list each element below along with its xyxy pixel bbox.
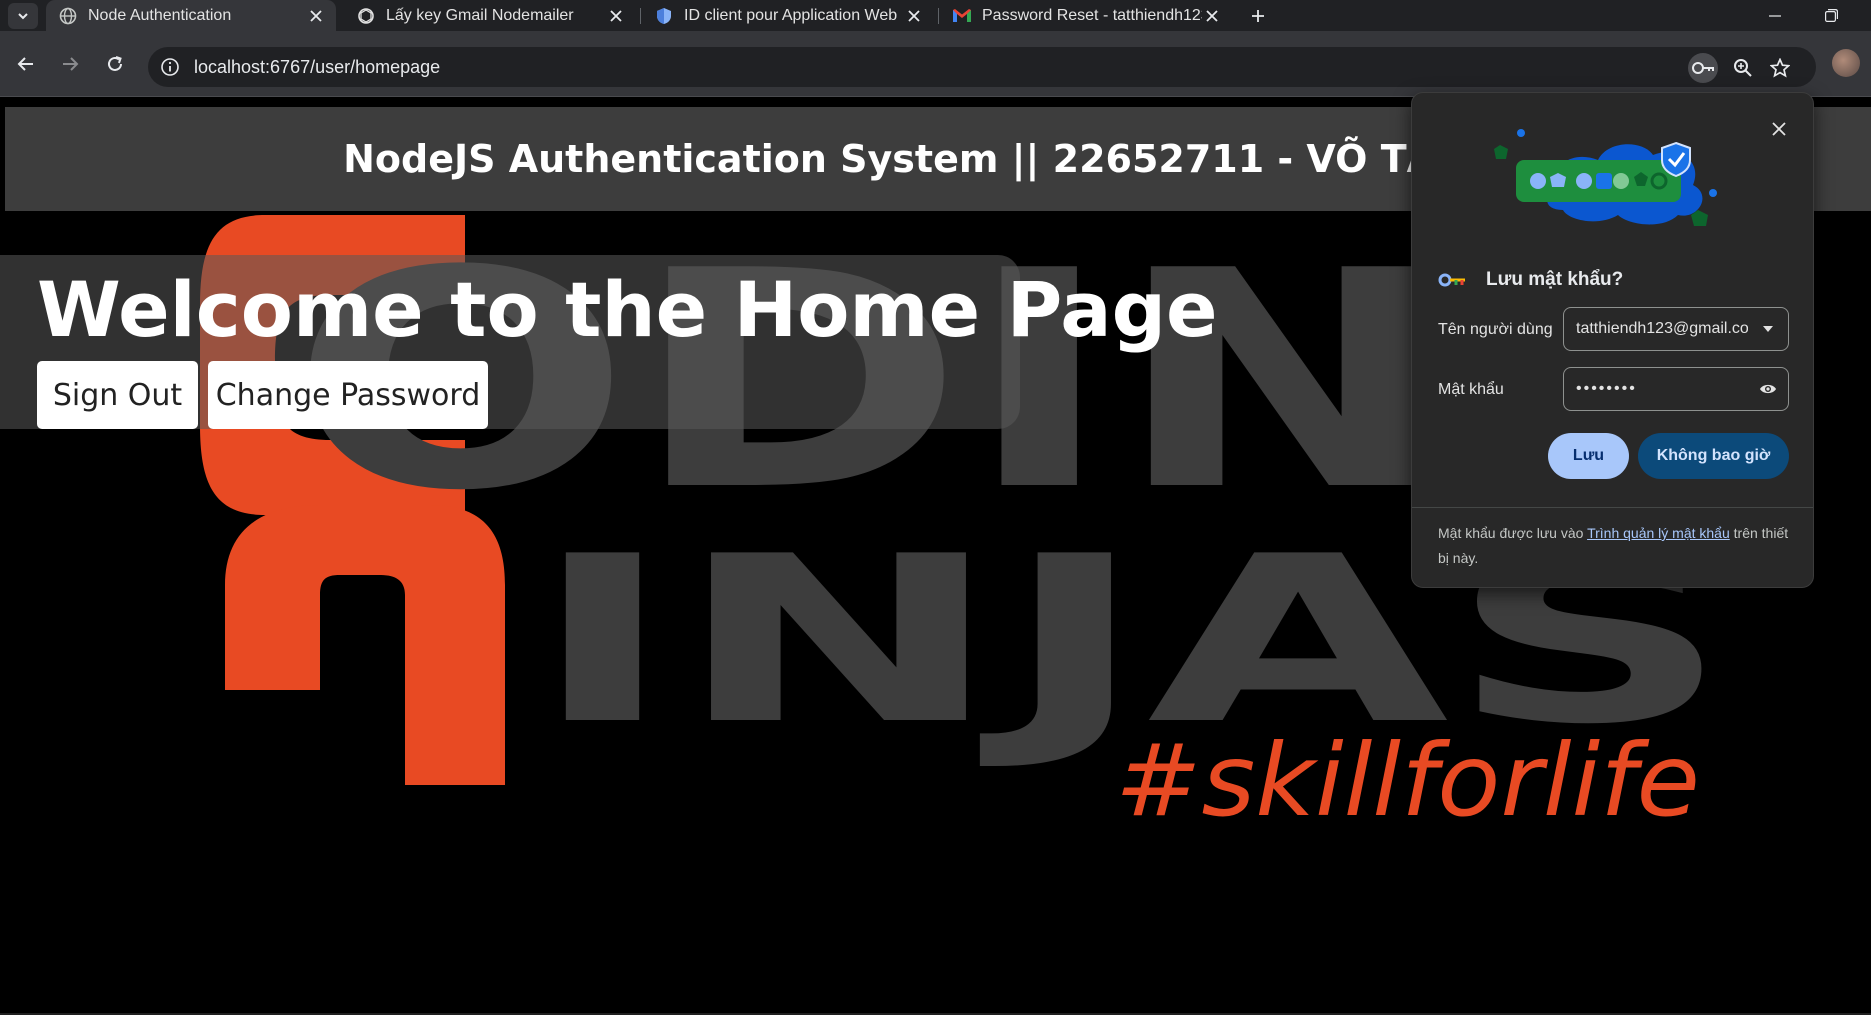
eye-icon[interactable] (1758, 379, 1778, 399)
password-key-icon (1438, 273, 1465, 287)
back-button[interactable] (9, 47, 43, 81)
tab-lay-key-gmail[interactable]: Lấy key Gmail Nodemailer (344, 0, 636, 31)
zoom-icon[interactable] (1728, 53, 1758, 83)
password-label: Mật khẩu (1438, 381, 1504, 398)
openai-icon (356, 6, 376, 26)
username-dropdown[interactable]: tatthiendh123@gmail.com (1563, 307, 1789, 351)
dropdown-arrow-icon (1758, 319, 1778, 339)
profile-avatar[interactable] (1832, 49, 1860, 77)
close-icon[interactable] (606, 6, 626, 26)
change-password-button[interactable]: Change Password (208, 361, 488, 429)
minimize-icon (1769, 14, 1781, 17)
reload-icon (108, 56, 122, 71)
new-tab-button[interactable] (1245, 3, 1271, 29)
tab-separator (640, 8, 641, 24)
password-value: •••••••• (1576, 380, 1637, 397)
save-password-popup: Lưu mật khẩu? Tên người dùng tatthiendh1… (1411, 92, 1814, 588)
address-bar[interactable]: localhost:6767/user/homepage (148, 47, 1816, 87)
tab-separator (938, 8, 939, 24)
tab-node-authentication[interactable]: Node Authentication (46, 0, 336, 31)
gmail-icon (952, 6, 972, 26)
password-key-icon[interactable] (1688, 53, 1718, 83)
footer-text-before: Mật khẩu được lưu vào (1438, 525, 1588, 541)
svg-text:#skillforlife: #skillforlife (1115, 722, 1700, 839)
reload-button[interactable] (98, 47, 132, 81)
welcome-title: Welcome to the Home Page (37, 265, 1218, 354)
close-icon (1772, 122, 1786, 136)
popup-title: Lưu mật khẩu? (1486, 269, 1624, 290)
tab-password-reset[interactable]: Password Reset - tatthiendh123 (940, 0, 1232, 31)
restore-icon (1824, 9, 1838, 22)
tab-id-client[interactable]: ID client pour Application Web (642, 0, 934, 31)
close-icon[interactable] (306, 6, 326, 26)
plus-icon (1252, 10, 1264, 22)
popup-divider (1412, 507, 1813, 508)
popup-close-button[interactable] (1767, 117, 1791, 141)
background-tagline: #skillforlife (1115, 722, 1700, 839)
username-value: tatthiendh123@gmail.com (1576, 320, 1748, 337)
save-password-button[interactable]: Lưu (1548, 433, 1629, 479)
arrow-right-icon (63, 57, 79, 71)
restore-button[interactable] (1808, 0, 1854, 31)
password-field[interactable]: •••••••• (1563, 367, 1789, 411)
username-label: Tên người dùng (1438, 321, 1553, 338)
tab-title: ID client pour Application Web (684, 6, 898, 24)
url-text: localhost:6767/user/homepage (194, 57, 441, 77)
browser-toolbar: localhost:6767/user/homepage (0, 31, 1871, 97)
tab-title: Node Authentication (88, 6, 232, 24)
password-manager-link[interactable]: Trình quản lý mật khẩu (1587, 525, 1730, 541)
tab-title: Password Reset - tatthiendh123 (982, 6, 1202, 24)
welcome-card: Welcome to the Home Page Sign Out Change… (0, 255, 1218, 429)
close-icon[interactable] (1202, 6, 1222, 26)
info-icon[interactable] (158, 55, 182, 79)
popup-footer-text: Mật khẩu được lưu vào Trình quản lý mật … (1438, 521, 1793, 571)
tab-search-button[interactable] (8, 3, 38, 29)
arrow-left-icon (17, 57, 33, 71)
popup-header: Lưu mật khẩu? (1438, 269, 1623, 291)
shield-icon (654, 6, 674, 26)
password-illustration (1494, 129, 1717, 226)
globe-icon (58, 6, 78, 26)
close-icon[interactable] (904, 6, 924, 26)
never-save-button[interactable]: Không bao giờ (1638, 433, 1789, 479)
forward-button[interactable] (53, 47, 87, 81)
minimize-button[interactable] (1752, 0, 1798, 31)
star-icon[interactable] (1765, 53, 1795, 83)
tab-title: Lấy key Gmail Nodemailer (386, 6, 574, 24)
sign-out-button[interactable]: Sign Out (37, 361, 198, 429)
browser-tab-strip: Node Authentication Lấy key Gmail Nodema… (0, 0, 1871, 31)
chevron-down-icon (18, 13, 28, 20)
